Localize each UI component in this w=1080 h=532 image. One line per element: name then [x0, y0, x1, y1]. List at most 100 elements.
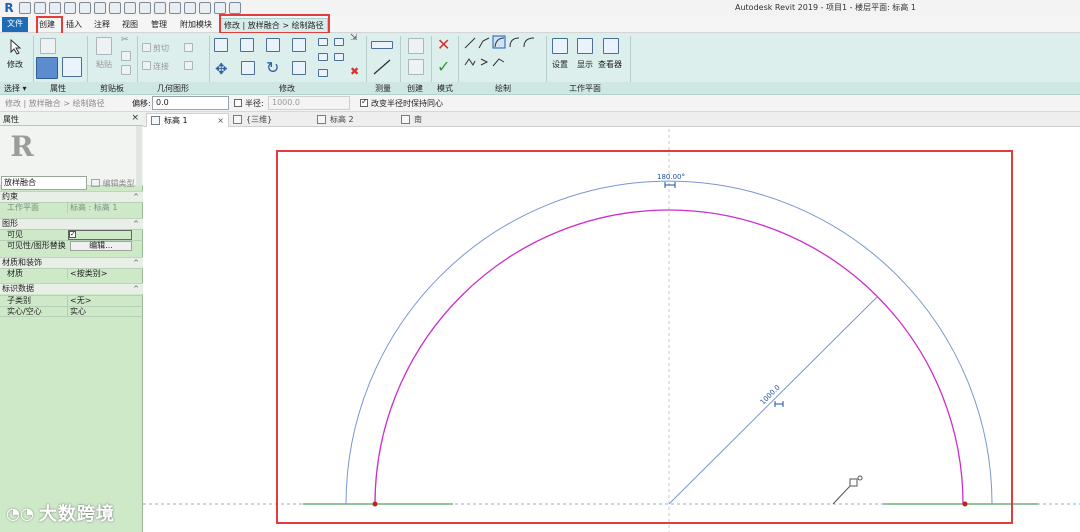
measure-between-icon[interactable] — [371, 41, 393, 49]
split-element-icon[interactable] — [318, 38, 328, 46]
workplane-viewer-icon[interactable] — [603, 38, 619, 54]
sync-icon[interactable] — [49, 2, 61, 14]
modify-cursor-icon[interactable] — [9, 39, 23, 55]
visible-cell[interactable] — [68, 230, 132, 240]
split-face-icon[interactable] — [184, 61, 193, 70]
radius-input[interactable]: 1000.0 — [268, 96, 350, 110]
tab-file[interactable]: 文件 — [2, 17, 28, 32]
switch-windows-icon[interactable] — [229, 2, 241, 14]
join-geometry-label[interactable]: 连接 — [153, 61, 169, 72]
family-types-icon[interactable] — [40, 38, 56, 54]
undo-icon[interactable] — [64, 2, 76, 14]
preview-scrollbar[interactable] — [136, 126, 142, 186]
array-icon[interactable] — [318, 53, 328, 61]
view-tab-level1[interactable]: 标高 1 × — [146, 113, 229, 127]
property-row-solid-void[interactable]: 实心/空心 实心 — [0, 306, 143, 317]
save-icon[interactable] — [34, 2, 46, 14]
show-workplane-icon[interactable] — [577, 38, 593, 54]
create-similar-icon[interactable] — [408, 59, 424, 75]
modify-button-label[interactable]: 修改 — [7, 59, 23, 70]
set-workplane-label[interactable]: 设置 — [552, 59, 568, 70]
edit-type-button[interactable]: 编辑类型 — [91, 178, 135, 189]
keep-concentric-checkbox[interactable] — [360, 97, 368, 107]
close-tab-icon[interactable]: × — [217, 114, 224, 127]
align-icon[interactable] — [214, 38, 228, 52]
match-type-icon[interactable] — [121, 65, 131, 75]
rotate-icon[interactable]: ↻ — [266, 58, 279, 77]
tab-addins[interactable]: 附加模块 — [177, 18, 215, 32]
text-icon[interactable] — [154, 2, 166, 14]
visible-checkbox[interactable] — [69, 229, 76, 239]
view-tab-south[interactable]: 南 — [397, 113, 481, 127]
trim-extend-icon[interactable] — [292, 61, 306, 75]
aligned-dimension-icon[interactable] — [372, 58, 392, 76]
measure-icon[interactable] — [109, 2, 121, 14]
cut-geometry-icon[interactable] — [142, 43, 151, 52]
3d-view-icon[interactable] — [169, 2, 181, 14]
offset-icon[interactable] — [240, 38, 254, 52]
move-icon[interactable]: ✥ — [215, 60, 228, 78]
paste-label[interactable]: 粘贴 — [96, 59, 112, 70]
section-graphics[interactable]: 图形 ^ — [0, 218, 143, 229]
tab-manage[interactable]: 管理 — [148, 18, 170, 32]
visibility-edit-button[interactable]: 编辑... — [70, 241, 132, 251]
revit-logo[interactable]: R — [2, 1, 16, 15]
wall-join-icon[interactable] — [184, 43, 193, 52]
tab-view[interactable]: 视图 — [119, 18, 141, 32]
collapse-icon[interactable]: ^ — [133, 192, 139, 202]
profile-symbol-box — [849, 478, 858, 487]
mirror-axis-icon[interactable] — [266, 38, 280, 52]
show-workplane-label[interactable]: 显示 — [577, 59, 593, 70]
create-group-icon[interactable] — [408, 38, 424, 54]
copy-element-icon[interactable] — [241, 61, 255, 75]
panel-select[interactable]: 选择 ▾ — [4, 83, 27, 94]
mirror-draw-icon[interactable] — [292, 38, 306, 52]
pin-icon[interactable] — [334, 38, 344, 46]
section-materials[interactable]: 材质和装饰 ^ — [0, 257, 143, 268]
redo-icon[interactable] — [79, 2, 91, 14]
unpin-icon[interactable] — [334, 53, 344, 61]
type-properties-icon[interactable] — [62, 57, 82, 77]
drawing-area[interactable]: 180.00° 1000.0 — [143, 127, 1080, 532]
tag-icon[interactable] — [139, 2, 151, 14]
cut-icon[interactable]: ✂ — [121, 35, 129, 45]
close-windows-icon[interactable] — [214, 2, 226, 14]
set-workplane-icon[interactable] — [552, 38, 568, 54]
delete-icon[interactable]: ✖ — [350, 65, 359, 78]
window-title: Autodesk Revit 2019 - 项目1 - 楼层平面: 标高 1 — [735, 3, 916, 12]
join-geometry-icon[interactable] — [142, 61, 151, 70]
tab-annotate[interactable]: 注释 — [91, 18, 113, 32]
copy-icon[interactable] — [121, 51, 131, 61]
cut-geometry-label[interactable]: 剪切 — [153, 43, 169, 54]
section-constraints[interactable]: 约束 ^ — [0, 191, 143, 202]
property-row-subcategory[interactable]: 子类别 <无> — [0, 295, 143, 306]
section-icon[interactable] — [184, 2, 196, 14]
drawing-canvas[interactable]: 180.00° 1000.0 — [143, 127, 1080, 532]
collapse-icon[interactable]: ^ — [133, 219, 139, 229]
section-identity[interactable]: 标识数据 ^ — [0, 283, 143, 294]
view-tab-3d[interactable]: {三维} — [229, 113, 313, 127]
panel-draw: 绘制 — [495, 84, 511, 93]
property-row-visible: 可见 — [0, 229, 143, 240]
cancel-edit-icon[interactable]: ✕ — [437, 35, 450, 54]
offset-input[interactable]: 0.0 — [152, 96, 229, 110]
paste-icon[interactable] — [96, 37, 112, 55]
type-selector[interactable]: 放样融合 — [1, 176, 87, 190]
properties-icon[interactable] — [36, 57, 58, 79]
view-tab-level2[interactable]: 标高 2 — [313, 113, 397, 127]
radius-checkbox[interactable] — [234, 99, 242, 107]
workplane-viewer-label[interactable]: 查看器 — [598, 59, 622, 70]
panel-properties: 属性 — [50, 84, 66, 93]
properties-close-icon[interactable]: × — [131, 113, 139, 123]
thin-lines-icon[interactable] — [199, 2, 211, 14]
finish-edit-icon[interactable]: ✓ — [437, 57, 450, 76]
print-icon[interactable] — [94, 2, 106, 14]
scale-icon[interactable] — [318, 69, 328, 77]
tab-insert[interactable]: 插入 — [63, 18, 85, 32]
dimension-icon[interactable] — [124, 2, 136, 14]
open-icon[interactable] — [19, 2, 31, 14]
collapse-icon[interactable]: ^ — [133, 258, 139, 268]
property-row-material[interactable]: 材质 <按类别> — [0, 268, 143, 279]
collapse-icon[interactable]: ^ — [133, 284, 139, 294]
trim-single-icon[interactable]: ⇲ — [350, 33, 358, 43]
